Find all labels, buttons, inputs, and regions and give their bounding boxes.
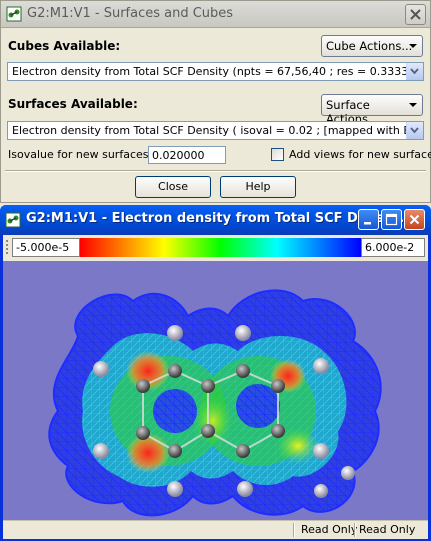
surfaces-available-label: Surfaces Available:	[8, 97, 138, 111]
status-divider	[293, 523, 295, 537]
view-titlebar[interactable]: G2:M1:V1 - Electron density from Total S…	[0, 205, 431, 235]
color-scale-min-input[interactable]: -5.000e-5	[12, 238, 80, 257]
chevron-down-icon	[410, 127, 419, 133]
view-title: G2:M1:V1 - Electron density from Total S…	[26, 211, 410, 226]
isovalue-label: Isovalue for new surfaces =	[8, 148, 162, 161]
surfaces-select-dropdown-button[interactable]	[406, 122, 423, 139]
close-icon	[409, 214, 420, 225]
add-views-label: Add views for new surfaces	[289, 148, 431, 161]
toolbar-grip-icon[interactable]	[6, 239, 10, 256]
surfaces-select-value: Electron density from Total SCF Density …	[12, 124, 423, 137]
cubes-available-label: Cubes Available:	[8, 39, 121, 53]
cube-actions-label: Cube Actions...	[326, 39, 413, 53]
maximize-button[interactable]	[381, 209, 402, 230]
surfaces-select[interactable]: Electron density from Total SCF Density …	[7, 121, 424, 140]
view-client-area: -5.000e-5 6.000e-2 Read Only Read Only	[3, 235, 428, 539]
minimize-button[interactable]	[358, 209, 379, 230]
gaussview-app-icon	[5, 212, 21, 228]
cubes-select-value: Electron density from Total SCF Density …	[12, 65, 423, 78]
dialog-title: G2:M1:V1 - Surfaces and Cubes	[27, 6, 234, 21]
close-button[interactable]: Close	[135, 176, 211, 198]
status-read-only-2: Read Only	[359, 523, 416, 536]
gaussview-app-icon	[6, 6, 22, 22]
window-close-button[interactable]	[404, 209, 425, 230]
help-button[interactable]: Help	[220, 176, 296, 198]
isosurface-render	[48, 289, 382, 517]
isovalue-input[interactable]: 0.020000	[148, 146, 226, 164]
color-scale-toolbar: -5.000e-5 6.000e-2	[3, 235, 428, 261]
color-scale-max-input[interactable]: 6.000e-2	[361, 238, 425, 257]
cubes-select[interactable]: Electron density from Total SCF Density …	[7, 62, 424, 81]
surface-actions-button[interactable]: Surface Actions...	[321, 94, 423, 126]
add-views-checkbox[interactable]	[271, 148, 284, 161]
dialog-close-button[interactable]	[405, 4, 426, 25]
maximize-icon	[385, 213, 398, 226]
status-divider	[354, 523, 356, 537]
close-button-label: Close	[158, 180, 188, 193]
status-read-only-1: Read Only	[301, 523, 358, 536]
cube-actions-button[interactable]: Cube Actions...	[321, 35, 423, 57]
color-scale-gradient	[80, 238, 361, 257]
molecule-viewport[interactable]	[3, 261, 428, 520]
dropdown-arrow-icon	[409, 44, 417, 48]
dialog-titlebar[interactable]: G2:M1:V1 - Surfaces and Cubes	[1, 1, 430, 28]
minimize-icon	[364, 222, 371, 225]
help-button-label: Help	[245, 180, 271, 193]
view-status-bar: Read Only Read Only	[3, 520, 428, 539]
close-icon	[410, 9, 421, 20]
cubes-select-dropdown-button[interactable]	[406, 63, 423, 80]
dropdown-arrow-icon	[409, 103, 417, 107]
surfaces-cubes-dialog: G2:M1:V1 - Surfaces and Cubes Cubes Avai…	[0, 0, 431, 203]
dialog-separator	[5, 170, 426, 172]
surface-view-window: G2:M1:V1 - Electron density from Total S…	[0, 205, 431, 541]
chevron-down-icon	[410, 68, 419, 74]
